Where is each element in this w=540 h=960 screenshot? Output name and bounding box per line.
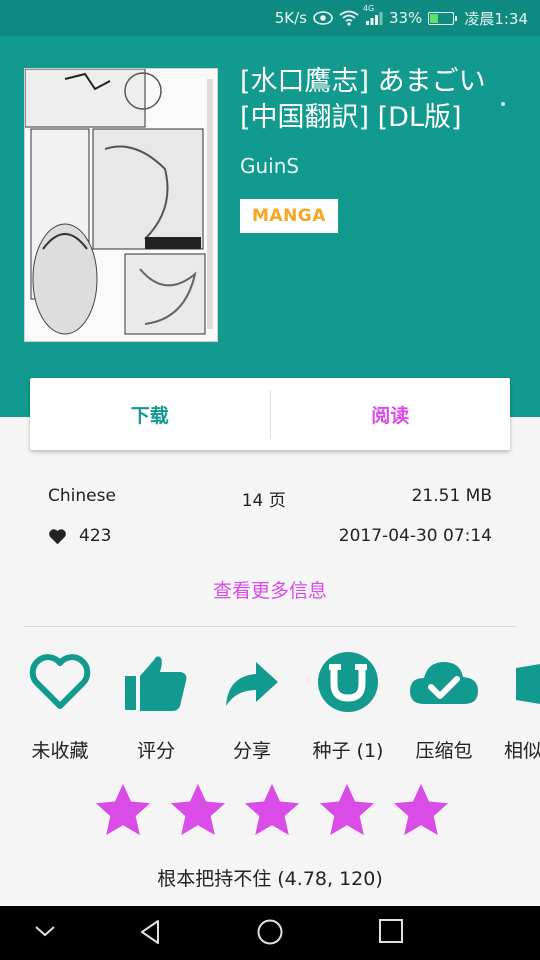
gallery-detail-screen: 5K/s 4G 33% 凌晨1:34 [水口鷹志] あまごい [中国翻訳] [D… — [0, 0, 540, 960]
torrent-icon — [318, 652, 378, 712]
action-card: 下载 阅读 — [30, 378, 510, 450]
similar-button[interactable]: 相似 — [492, 650, 540, 763]
battery-percent: 33% — [388, 9, 423, 27]
tool-label: 相似 — [504, 740, 540, 762]
battery-icon — [428, 11, 458, 25]
eye-icon — [313, 11, 333, 25]
wifi-icon — [339, 10, 359, 26]
divider — [24, 626, 516, 627]
tool-label: 未收藏 — [31, 740, 89, 762]
tool-label: 分享 — [232, 740, 271, 762]
rate-button[interactable]: 评分 — [108, 650, 204, 763]
network-speed: 5K/s — [274, 9, 307, 27]
gallery-title: [水口鷹志] あまごい [中国翻訳] [DL版] — [240, 66, 486, 133]
network-tag: 4G — [362, 4, 375, 13]
tool-label: 压缩包 — [415, 740, 473, 762]
rating-stars[interactable] — [92, 780, 452, 844]
tool-row: 未收藏 评分 分享 种子 (1) 压缩包 相似 — [0, 650, 540, 770]
favorite-count: 423 — [79, 526, 112, 546]
star-icon[interactable] — [167, 780, 229, 842]
download-button[interactable]: 下载 — [30, 401, 270, 428]
star-icon[interactable] — [92, 780, 154, 842]
manga-cover-image[interactable] — [24, 68, 218, 342]
heart-icon — [49, 528, 66, 544]
thumbs-up-icon — [125, 656, 187, 711]
heart-outline-icon — [29, 654, 91, 709]
read-button[interactable]: 阅读 — [271, 401, 511, 428]
page-count: 14 页 — [241, 491, 286, 511]
recents-icon[interactable] — [378, 918, 404, 944]
overflow-icon[interactable] — [501, 102, 505, 106]
star-icon[interactable] — [390, 780, 452, 842]
tool-label: 评分 — [136, 740, 175, 762]
chevron-down-icon[interactable] — [34, 924, 56, 938]
rating-text: 根本把持不住 (4.78, 120) — [157, 868, 383, 890]
share-icon — [226, 662, 278, 706]
info-row-1: Chinese 14 页 21.51 MB — [48, 486, 492, 511]
star-icon[interactable] — [241, 780, 303, 842]
uploader-name[interactable]: GuinS — [240, 154, 299, 178]
language: Chinese — [48, 486, 116, 506]
system-navigation-bar — [0, 906, 540, 960]
favorite-button[interactable]: 未收藏 — [12, 650, 108, 763]
back-icon[interactable] — [138, 918, 162, 946]
favorite-count-group: 423 — [48, 526, 111, 546]
category-badge: MANGA — [240, 199, 338, 233]
clock: 凌晨1:34 — [464, 9, 528, 28]
posted-date: 2017-04-30 07:14 — [338, 526, 492, 546]
cloud-check-icon — [410, 662, 478, 704]
share-button[interactable]: 分享 — [204, 650, 300, 763]
gallery-header: [水口鷹志] あまごい [中国翻訳] [DL版] GuinS MANGA — [0, 36, 540, 417]
home-icon[interactable] — [256, 918, 284, 946]
tool-label: 种子 (1) — [312, 740, 384, 762]
archive-button[interactable]: 压缩包 — [396, 650, 492, 763]
status-bar: 5K/s 4G 33% 凌晨1:34 — [0, 0, 540, 36]
similar-icon — [516, 664, 540, 704]
file-size: 21.51 MB — [411, 486, 492, 506]
torrent-button[interactable]: 种子 (1) — [300, 650, 396, 763]
signal-icon: 4G — [363, 4, 383, 25]
info-row-2: 423 2017-04-30 07:14 — [48, 526, 492, 546]
star-icon[interactable] — [316, 780, 378, 842]
battery-level — [430, 13, 439, 23]
more-info-link[interactable]: 查看更多信息 — [0, 576, 540, 603]
